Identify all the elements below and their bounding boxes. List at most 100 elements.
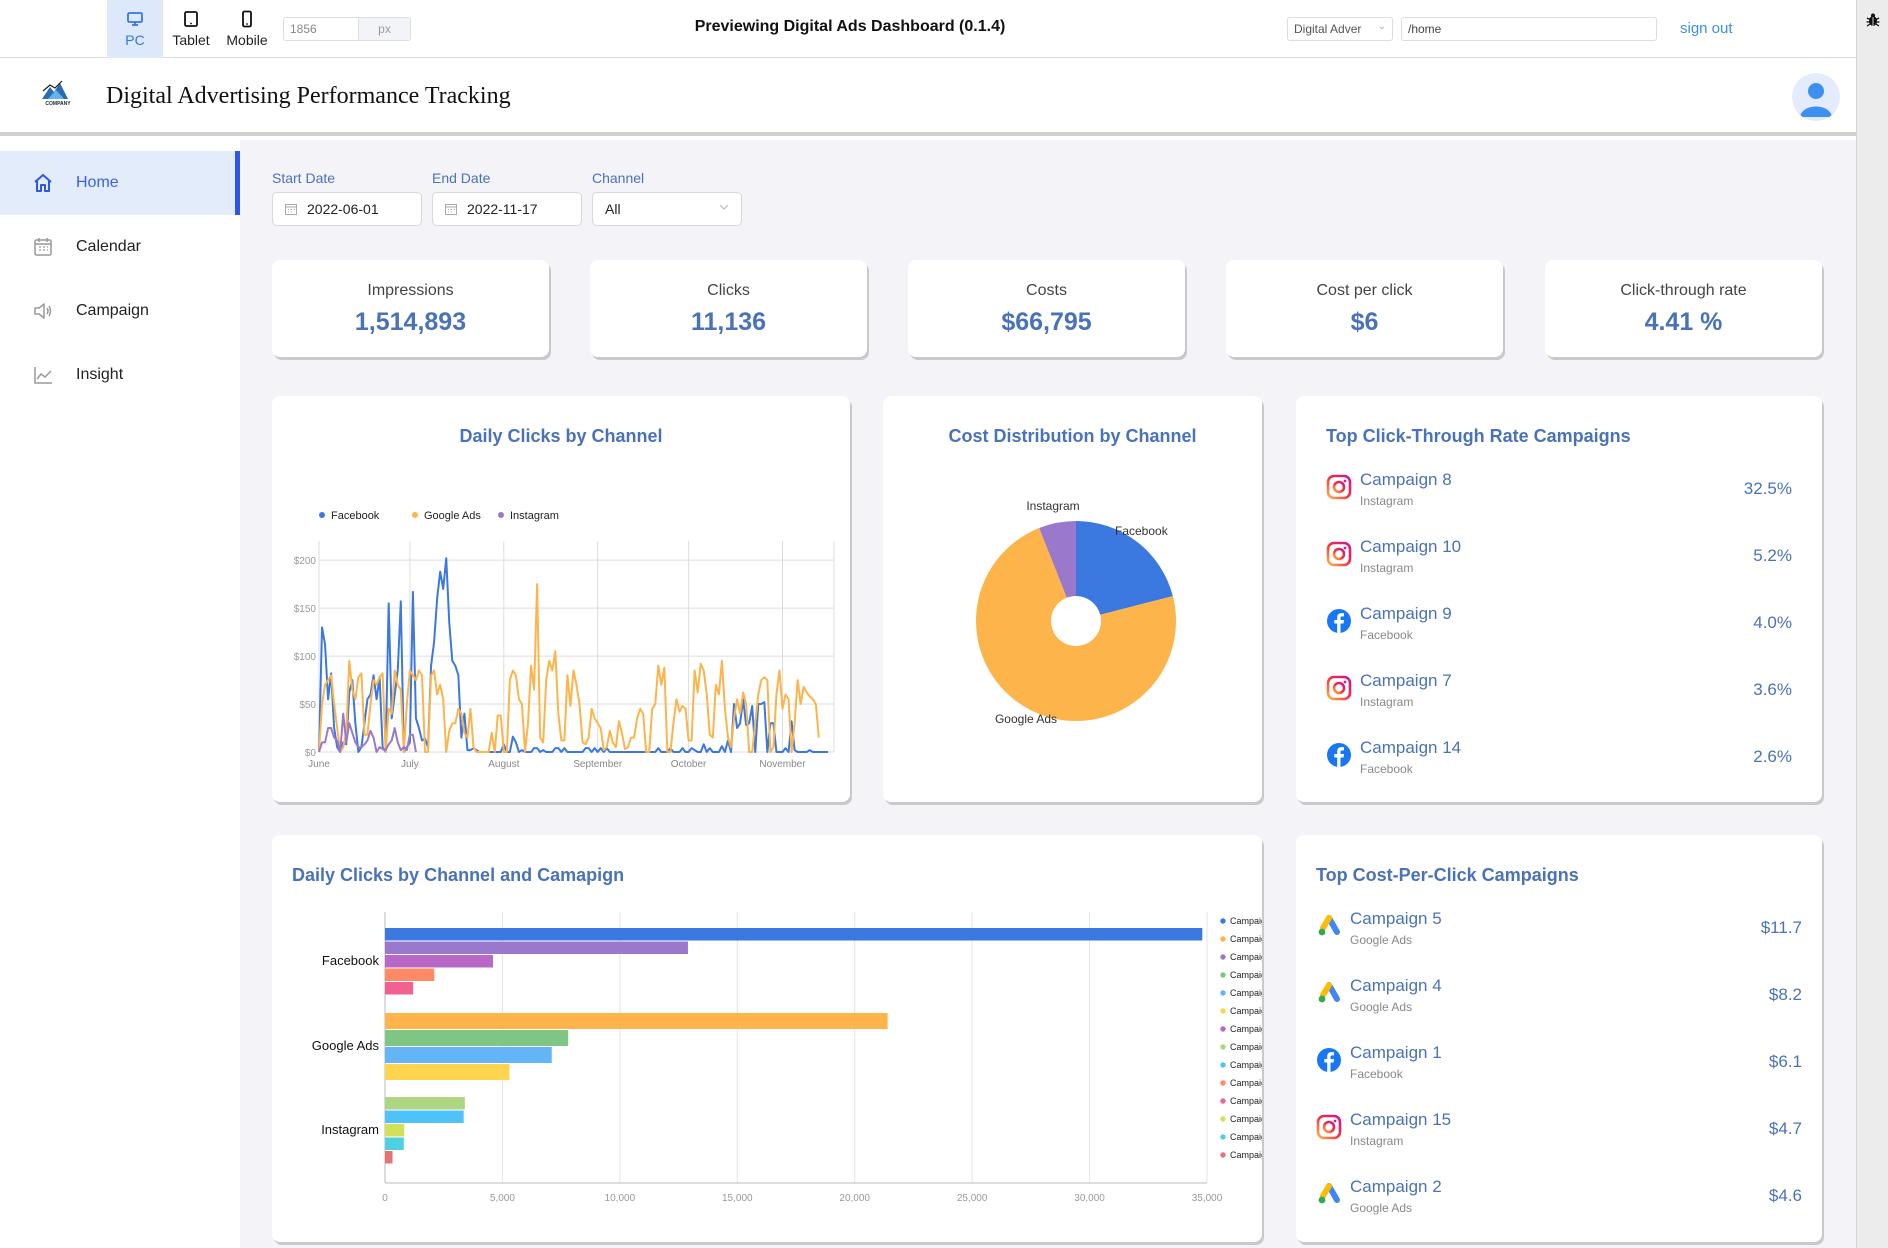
kpi-card-clicks: Clicks 11,136 bbox=[590, 260, 867, 357]
facebook-icon bbox=[1327, 743, 1351, 767]
end-date-value: 2022-11-17 bbox=[467, 201, 538, 217]
campaign-list-item[interactable]: Campaign 9 Facebook 4.0% bbox=[1326, 604, 1792, 664]
campaign-metric-value: 2.6% bbox=[1753, 747, 1792, 766]
campaign-name: Campaign 5 bbox=[1350, 909, 1442, 928]
legend-label: Campaign 1 bbox=[1230, 1096, 1262, 1106]
campaign-channel: Google Ads bbox=[1350, 1201, 1413, 1215]
calendar-icon bbox=[34, 238, 52, 256]
channel-select-value: All bbox=[605, 201, 621, 217]
bar-campaign-10[interactable] bbox=[385, 1137, 404, 1151]
legend-marker bbox=[1220, 1152, 1226, 1158]
campaign-list-item[interactable]: Campaign 4 Google Ads $8.2 bbox=[1316, 976, 1802, 1036]
campaign-list-item[interactable]: Campaign 7 Instagram 3.6% bbox=[1326, 671, 1792, 731]
bar-campaign-9[interactable] bbox=[385, 941, 688, 955]
legend-marker bbox=[1220, 1098, 1226, 1104]
bar-campaign-5[interactable] bbox=[385, 1013, 888, 1029]
bug-icon[interactable] bbox=[1865, 12, 1881, 28]
bar-campaign-6[interactable] bbox=[385, 955, 494, 968]
sidebar-item-label: Insight bbox=[76, 366, 124, 383]
app-select[interactable]: Digital Adver ⌄ bbox=[1287, 17, 1393, 41]
category-label: Instagram bbox=[321, 1122, 379, 1137]
path-input[interactable]: /home bbox=[1401, 17, 1657, 41]
instagram-icon bbox=[1316, 1114, 1342, 1140]
x-tick-label: 30,000 bbox=[1074, 1193, 1105, 1204]
clicks-by-channel-campaign-chart-card: Daily Clicks by Channel and Camapign 0 5,… bbox=[272, 835, 1262, 1242]
bar-campaign-11[interactable] bbox=[385, 968, 435, 982]
bar-campaign-3[interactable] bbox=[385, 1030, 569, 1046]
x-tick-label: 10,000 bbox=[605, 1193, 636, 1204]
kpi-value: 11,136 bbox=[690, 308, 767, 336]
legend-marker bbox=[1220, 954, 1226, 960]
campaign-list-item[interactable]: Campaign 5 Google Ads $11.7 bbox=[1316, 909, 1802, 969]
chevron-down-icon: ⌄ bbox=[1377, 21, 1386, 32]
top-ctr-campaigns-card: Top Click-Through Rate Campaigns Campaig… bbox=[1296, 396, 1822, 802]
campaign-list-item[interactable]: Campaign 8 Instagram 32.5% bbox=[1326, 470, 1792, 530]
campaign-list-item[interactable]: Campaign 14 Facebook 2.6% bbox=[1326, 738, 1792, 798]
bar-campaign-15[interactable] bbox=[385, 1097, 465, 1110]
sidebar-item-insight[interactable]: Insight bbox=[0, 343, 240, 407]
legend-label: Instagram bbox=[510, 510, 559, 522]
x-tick-label: 0 bbox=[382, 1193, 388, 1204]
bar-campaign-14[interactable] bbox=[385, 928, 1203, 941]
preview-toolbar: PC Tablet Mobile 1856 px Previewing Digi… bbox=[0, 0, 1856, 58]
channel-select[interactable]: All bbox=[592, 192, 742, 226]
kpi-card-cost-per-click: Cost per click $6 bbox=[1226, 260, 1503, 357]
x-tick-label: August bbox=[488, 759, 519, 770]
legend-label: Campaign 7 bbox=[1230, 1114, 1262, 1124]
legend-label: Campaign 10 bbox=[1230, 1132, 1262, 1142]
google-ads-icon bbox=[1318, 982, 1340, 1003]
y-tick-label: $150 bbox=[294, 604, 317, 615]
kpi-value: $6 bbox=[1350, 308, 1379, 336]
campaign-list-item[interactable]: Campaign 1 Facebook $6.1 bbox=[1316, 1043, 1802, 1103]
calendar-icon bbox=[285, 204, 297, 215]
sidebar-item-label: Campaign bbox=[76, 302, 149, 319]
campaign-list-item[interactable]: Campaign 2 Google Ads $4.6 bbox=[1316, 1177, 1802, 1237]
kpi-label: Costs bbox=[1026, 282, 1067, 299]
pie-label: Instagram bbox=[1026, 499, 1079, 513]
legend-marker bbox=[1220, 918, 1226, 924]
kpi-card-impressions: Impressions 1,514,893 bbox=[272, 260, 549, 357]
y-tick-label: $100 bbox=[294, 652, 317, 663]
campaign-name: Campaign 14 bbox=[1360, 738, 1462, 757]
campaign-channel: Google Ads bbox=[1350, 933, 1413, 947]
sidebar: Home Calendar Campaign Insight bbox=[0, 140, 240, 1248]
pie-chart: Facebook Google Ads Instagram bbox=[976, 499, 1176, 726]
x-tick-label: 5,000 bbox=[490, 1193, 515, 1204]
legend-marker bbox=[1220, 1134, 1226, 1140]
cost-distribution-chart-card: Cost Distribution by Channel Facebook Goo… bbox=[883, 396, 1262, 802]
bar-campaign-4[interactable] bbox=[385, 1064, 510, 1080]
campaign-metric-value: $11.7 bbox=[1760, 918, 1802, 937]
campaign-channel: Facebook bbox=[1360, 762, 1413, 776]
bar-campaign-12[interactable] bbox=[385, 1110, 464, 1124]
bar-chart: 0 5,000 10,000 15,000 20,000 25,000 30,000 35,0… bbox=[312, 912, 1262, 1204]
campaign-list-item[interactable]: Campaign 15 Instagram $4.7 bbox=[1316, 1110, 1802, 1170]
series-line-facebook[interactable] bbox=[318, 557, 828, 753]
sign-out-link[interactable]: sign out bbox=[1680, 20, 1733, 37]
facebook-icon bbox=[1327, 609, 1351, 633]
start-date-picker[interactable]: 2022-06-01 bbox=[272, 192, 422, 226]
start-date-label: Start Date bbox=[272, 170, 336, 186]
company-logo: COMPANY bbox=[42, 80, 71, 107]
bar-campaign-8[interactable] bbox=[385, 1151, 393, 1164]
x-tick-label: 25,000 bbox=[957, 1193, 988, 1204]
sidebar-item-campaign[interactable]: Campaign bbox=[0, 279, 240, 343]
end-date-picker[interactable]: 2022-11-17 bbox=[432, 192, 582, 226]
campaign-list-item[interactable]: Campaign 10 Instagram 5.2% bbox=[1326, 537, 1792, 597]
y-tick-label: $0 bbox=[305, 748, 317, 759]
sidebar-item-home[interactable]: Home bbox=[0, 151, 240, 215]
legend-marker bbox=[1220, 972, 1226, 978]
google-ads-icon bbox=[1318, 915, 1340, 936]
legend-label: Campaign 14 bbox=[1230, 916, 1262, 926]
bar-campaign-1[interactable] bbox=[385, 982, 414, 995]
campaign-channel: Facebook bbox=[1360, 628, 1413, 642]
user-avatar[interactable] bbox=[1792, 73, 1840, 121]
series-line-google-ads[interactable] bbox=[318, 583, 820, 753]
line-chart: Facebook Google Ads Instagram June July Augus… bbox=[294, 510, 835, 770]
campaign-metric-value: 3.6% bbox=[1753, 680, 1792, 699]
bar-campaign-7[interactable] bbox=[385, 1124, 405, 1137]
end-date-label: End Date bbox=[432, 170, 491, 186]
bar-campaign-2[interactable] bbox=[385, 1047, 552, 1063]
daily-clicks-chart-card: Daily Clicks by Channel Facebook Google A… bbox=[272, 396, 850, 802]
instagram-icon bbox=[1326, 474, 1352, 500]
sidebar-item-calendar[interactable]: Calendar bbox=[0, 215, 240, 279]
